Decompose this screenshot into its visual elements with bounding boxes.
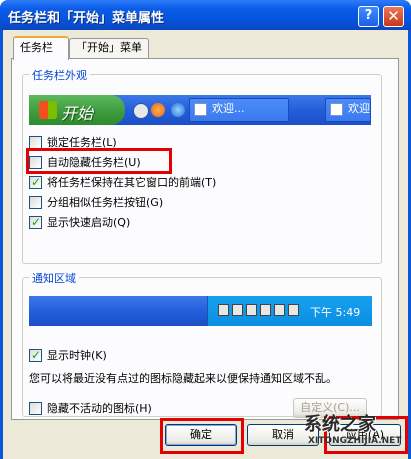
notification-preview: 下午 5:49	[29, 296, 372, 326]
notification-area-group: 通知区域 下午 5:49 显示时钟(K)	[22, 270, 382, 418]
option-label: 将任务栏保持在其它窗口的前端(T)	[47, 176, 217, 189]
checkbox[interactable]	[29, 347, 42, 363]
tab-start-menu[interactable]: 「开始」菜单	[69, 38, 149, 58]
watermark: 系统之家 XITONGZHIJIA.NET	[300, 404, 410, 459]
tray-icon	[260, 304, 271, 316]
internet-explorer-icon	[171, 103, 185, 117]
checkbox[interactable]	[29, 214, 42, 230]
tray-icon	[288, 304, 299, 316]
tray-icon	[232, 304, 243, 316]
task-button-2: 欢迎...	[325, 98, 371, 122]
volume-icon	[274, 304, 285, 316]
notification-description: 您可以将最近没有点过的图标隐藏起来以便保持通知区域不乱。	[29, 372, 337, 385]
title-bar[interactable]: 任务栏和「开始」菜单属性 ? ✕	[0, 0, 411, 30]
tray-icon	[218, 304, 229, 316]
tab-panel: 任务栏外观 开始 欢迎... 欢迎...	[11, 58, 399, 420]
task-button-label: 欢迎...	[348, 102, 370, 115]
window-icon	[330, 103, 343, 116]
watermark-main: 系统之家	[304, 414, 376, 435]
windows-logo-icon	[39, 101, 57, 119]
system-tray: 下午 5:49	[207, 296, 372, 326]
option-label: 显示快速启动(Q)	[47, 216, 131, 229]
window-icon	[194, 103, 207, 116]
highlight-auto-hide	[26, 148, 172, 174]
close-button[interactable]: ✕	[383, 6, 404, 27]
checkbox[interactable]	[29, 174, 42, 190]
checkbox[interactable]	[29, 196, 42, 209]
tab-taskbar[interactable]: 任务栏	[13, 36, 69, 60]
desktop-icon	[133, 103, 149, 119]
tab-strip: 任务栏 「开始」菜单	[11, 36, 391, 60]
watermark-sub: XITONGZHIJIA.NET	[308, 436, 402, 446]
start-button-preview: 开始	[29, 95, 125, 125]
clock: 下午 5:49	[310, 306, 361, 319]
window-title: 任务栏和「开始」菜单属性	[8, 11, 165, 26]
start-label: 开始	[61, 104, 94, 123]
taskbar-preview: 开始 欢迎... 欢迎...	[29, 95, 371, 125]
option-label: 分组相似任务栏按钮(G)	[47, 196, 164, 209]
option-label: 显示时钟(K)	[47, 349, 107, 362]
properties-window: 任务栏和「开始」菜单属性 ? ✕ 任务栏 「开始」菜单 任务栏外观 开始 欢迎.…	[0, 0, 411, 459]
dialog-client: 任务栏 「开始」菜单 任务栏外观 开始 欢迎... 欢迎 锁定任务栏(L) 自动…	[3, 30, 408, 459]
help-button[interactable]: ?	[358, 6, 379, 27]
notification-group-title: 通知区域	[29, 270, 79, 286]
appearance-group-title: 任务栏外观	[29, 67, 90, 83]
highlight-ok	[160, 418, 244, 454]
media-player-icon	[151, 103, 165, 117]
task-button-label: 欢迎...	[212, 102, 245, 115]
option-label: 隐藏不活动的图标(H)	[47, 402, 152, 415]
checkbox[interactable]	[29, 402, 42, 415]
task-button-1: 欢迎...	[189, 98, 289, 122]
tray-icon	[246, 304, 257, 316]
